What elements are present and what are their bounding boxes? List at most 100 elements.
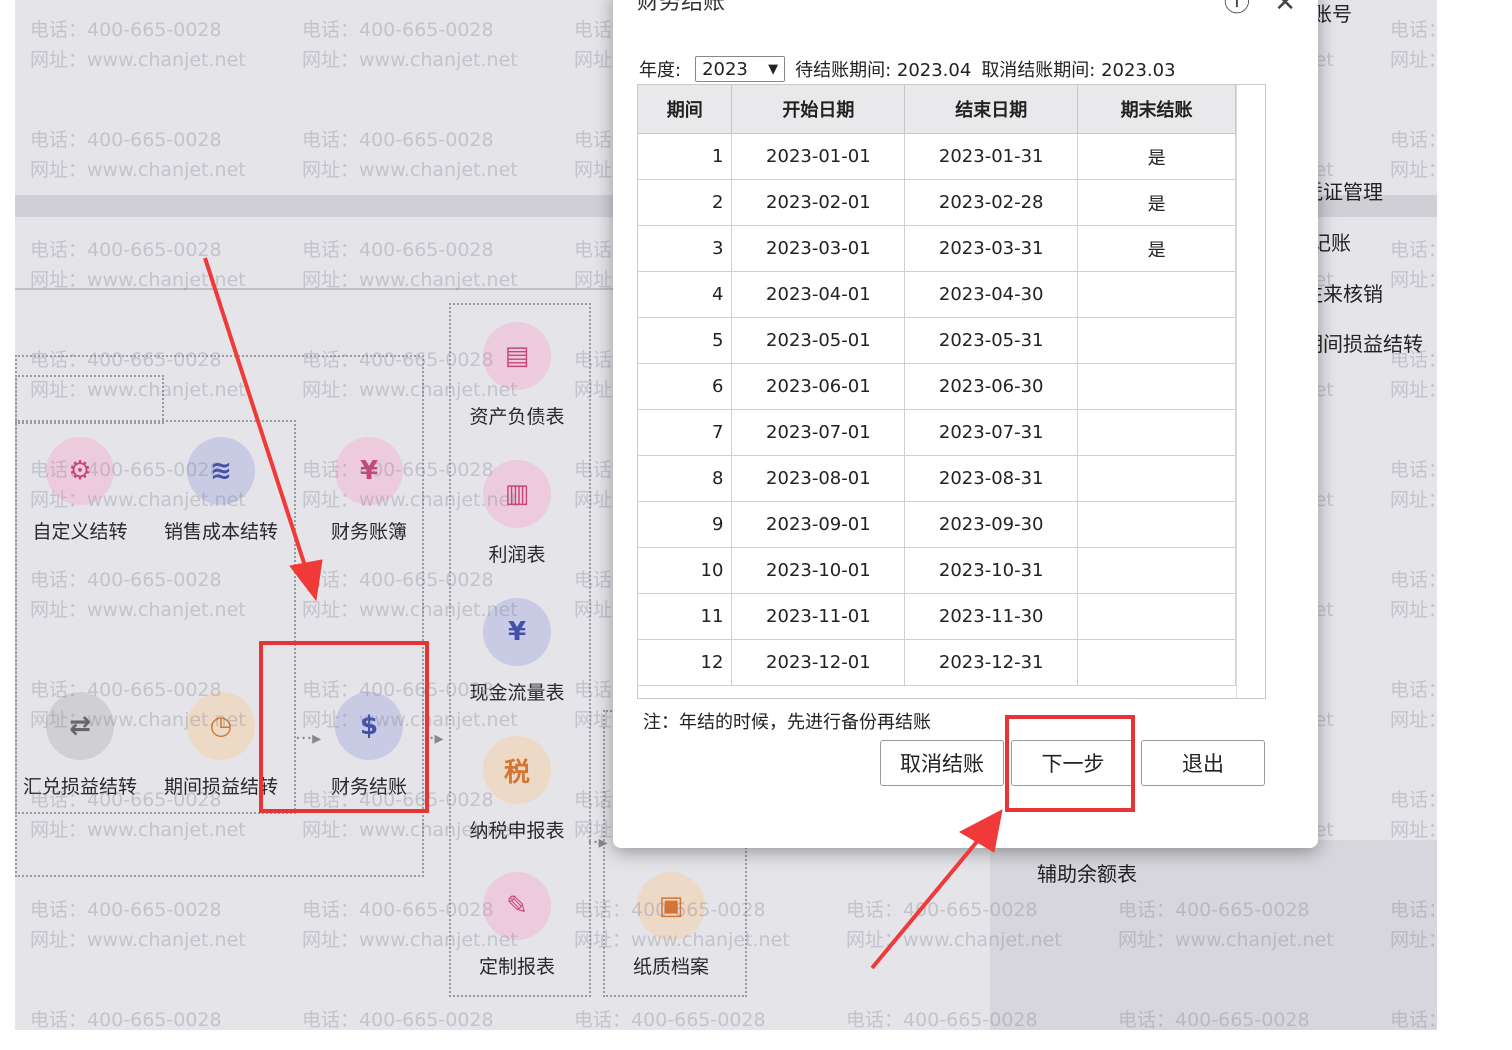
- highlight-box: [259, 641, 429, 813]
- balance-sheet-icon: ▤: [483, 322, 551, 390]
- cell-period: 8: [638, 455, 733, 502]
- watermark-phone: 电话：400-665-0028: [30, 19, 222, 41]
- cell-period: 2: [638, 179, 733, 226]
- module-label: 自定义结转: [32, 521, 128, 543]
- module-exchange[interactable]: ⇄ 汇兑损益结转: [15, 692, 150, 799]
- dialog-title: 财务结账: [637, 0, 726, 15]
- table-row[interactable]: 4 2023-04-01 2023-04-30: [638, 271, 1236, 318]
- watermark-phone: 电话：400-665-0028: [574, 1009, 766, 1030]
- table-row[interactable]: 9 2023-09-01 2023-09-30: [638, 501, 1236, 548]
- calendar-clock-icon: ◷: [187, 692, 255, 760]
- watermark-site: 网址：www.chanjet.net: [1390, 49, 1437, 71]
- side-menu-item[interactable]: 期间损益结转: [1303, 328, 1423, 357]
- watermark-phone: 电话：400-665-0028: [1390, 239, 1437, 261]
- cell-start: 2023-12-01: [731, 639, 906, 686]
- watermark-site: 网址：www.chanjet.net: [1390, 599, 1437, 621]
- side-fragment-top: 账号: [1312, 2, 1352, 26]
- module-label: 纸质档案: [632, 956, 709, 978]
- module-custom-transfer[interactable]: ⚙ 自定义结转: [15, 437, 150, 544]
- table-row[interactable]: 6 2023-06-01 2023-06-30: [638, 363, 1236, 410]
- year-label: 年度:: [639, 60, 682, 81]
- cell-closed: [1077, 593, 1236, 640]
- watermark-site: 网址：www.chanjet.net: [30, 269, 246, 291]
- tax-icon: 税: [483, 736, 551, 804]
- cell-period: 7: [638, 409, 733, 456]
- watermark: 电话：400-665-0028 网址：www.chanjet.net: [1390, 125, 1437, 185]
- archive-icon: ▣: [637, 872, 705, 940]
- table-row[interactable]: 12 2023-12-01 2023-12-31: [638, 639, 1236, 686]
- module-label: 财务账簿: [330, 521, 407, 543]
- watermark: 电话：400-665-0028网址：www.chanjet.net: [30, 125, 246, 185]
- pending-period: 待结账期间: 2023.04: [795, 60, 972, 81]
- watermark: 电话：400-665-0028网址：www.chanjet.net: [1390, 785, 1437, 845]
- cell-start: 2023-05-01: [731, 317, 906, 364]
- module-cash-flow[interactable]: ¥ 现金流量表: [447, 598, 587, 705]
- watermark-phone: 电话：400-665-0028: [1390, 789, 1437, 811]
- module-profit[interactable]: ▥ 利润表: [447, 460, 587, 567]
- cell-end: 2023-03-31: [904, 225, 1079, 272]
- watermark: 电话：400-665-0028网址：www.chanjet.net: [302, 1005, 518, 1030]
- ledger-icon: ¥: [335, 437, 403, 505]
- watermark-site: 网址：www.chanjet.net: [30, 49, 246, 71]
- custom-report-icon: ✎: [483, 872, 551, 940]
- watermark-site: 网址：www.chanjet.net: [30, 159, 246, 181]
- watermark-site: 网址：www.chanjet.net: [1390, 159, 1437, 181]
- watermark-site: 网址：www.chanjet.net: [302, 49, 518, 71]
- cell-end: 2023-07-31: [904, 409, 1079, 456]
- cancel-period: 取消结账期间: 2023.03: [981, 60, 1176, 81]
- watermark-phone: 电话：400-665-0028: [302, 1009, 494, 1030]
- table-row[interactable]: 11 2023-11-01 2023-11-30: [638, 593, 1236, 640]
- sales-cost-icon: ≋: [187, 437, 255, 505]
- module-balance-sheet[interactable]: ▤ 资产负债表: [447, 322, 587, 429]
- module-tax[interactable]: 税 纳税申报表: [447, 736, 587, 843]
- watermark-phone: 电话：400-665-0028: [30, 239, 222, 261]
- year-select[interactable]: 2023 ▼: [695, 56, 786, 82]
- cell-period: 4: [638, 271, 733, 318]
- watermark: 电话：400-665-0028 网址：www.chanjet.net: [30, 235, 246, 295]
- custom-transfer-icon: ⚙: [46, 437, 114, 505]
- table-row[interactable]: 1 2023-01-01 2023-01-31 是: [638, 133, 1236, 180]
- module-label: 资产负债表: [469, 406, 565, 428]
- table-row[interactable]: 2 2023-02-01 2023-02-28 是: [638, 179, 1236, 226]
- module-custom-report[interactable]: ✎ 定制报表: [447, 872, 587, 979]
- watermark: 电话：400-665-0028网址：www.chanjet.net: [574, 1005, 790, 1030]
- cell-start: 2023-02-01: [731, 179, 906, 226]
- table-row[interactable]: 8 2023-08-01 2023-08-31: [638, 455, 1236, 502]
- watermark-phone: 电话：400-665-0028: [1390, 569, 1437, 591]
- module-sales-cost[interactable]: ≋ 销售成本结转: [151, 437, 291, 544]
- watermark-site: 网址：www.chanjet.net: [1390, 709, 1437, 731]
- cell-end: 2023-01-31: [904, 133, 1079, 180]
- cell-start: 2023-09-01: [731, 501, 906, 548]
- watermark-phone: 电话：400-665-0028: [30, 899, 222, 921]
- cell-end: 2023-04-30: [904, 271, 1079, 318]
- cell-end: 2023-10-31: [904, 547, 1079, 594]
- exit-button[interactable]: 退出: [1141, 740, 1265, 786]
- module-ledger[interactable]: ¥ 财务账簿: [299, 437, 439, 544]
- cell-end: 2023-12-31: [904, 639, 1079, 686]
- help-icon[interactable]: ⓘ: [1224, 0, 1250, 18]
- close-icon[interactable]: ✕: [1274, 0, 1296, 18]
- table-row[interactable]: 5 2023-05-01 2023-05-31: [638, 317, 1236, 364]
- cell-period: 1: [638, 133, 733, 180]
- cell-start: 2023-01-01: [731, 133, 906, 180]
- watermark-site: 网址：www.chanjet.net: [1390, 269, 1437, 291]
- watermark: 电话：400-665-0028 网址：www.chanjet.net: [30, 15, 246, 75]
- year-value: 2023: [702, 58, 748, 80]
- module-archive[interactable]: ▣ 纸质档案: [601, 872, 741, 979]
- watermark-site: 网址：www.chanjet.net: [30, 929, 246, 951]
- table-row[interactable]: 10 2023-10-01 2023-10-31: [638, 547, 1236, 594]
- watermark-phone: 电话：400-665-0028: [1390, 129, 1437, 151]
- table-scrollbar[interactable]: [1236, 85, 1265, 698]
- cell-closed: [1077, 409, 1236, 456]
- cell-end: 2023-09-30: [904, 501, 1079, 548]
- table-row[interactable]: 7 2023-07-01 2023-07-31: [638, 409, 1236, 456]
- table-row[interactable]: 3 2023-03-01 2023-03-31 是: [638, 225, 1236, 272]
- side-fragment-bottom[interactable]: 辅助余额表: [1037, 858, 1137, 887]
- watermark-site: 网址：www.chanjet.net: [302, 159, 518, 181]
- cell-start: 2023-11-01: [731, 593, 906, 640]
- cell-closed: [1077, 271, 1236, 318]
- watermark-phone: 电话：400-665-0028: [302, 129, 494, 151]
- watermark: 电话：400-665-0028网址：www.chanjet.net: [302, 15, 518, 75]
- cancel-close-button[interactable]: 取消结账: [880, 740, 1004, 786]
- cell-start: 2023-03-01: [731, 225, 906, 272]
